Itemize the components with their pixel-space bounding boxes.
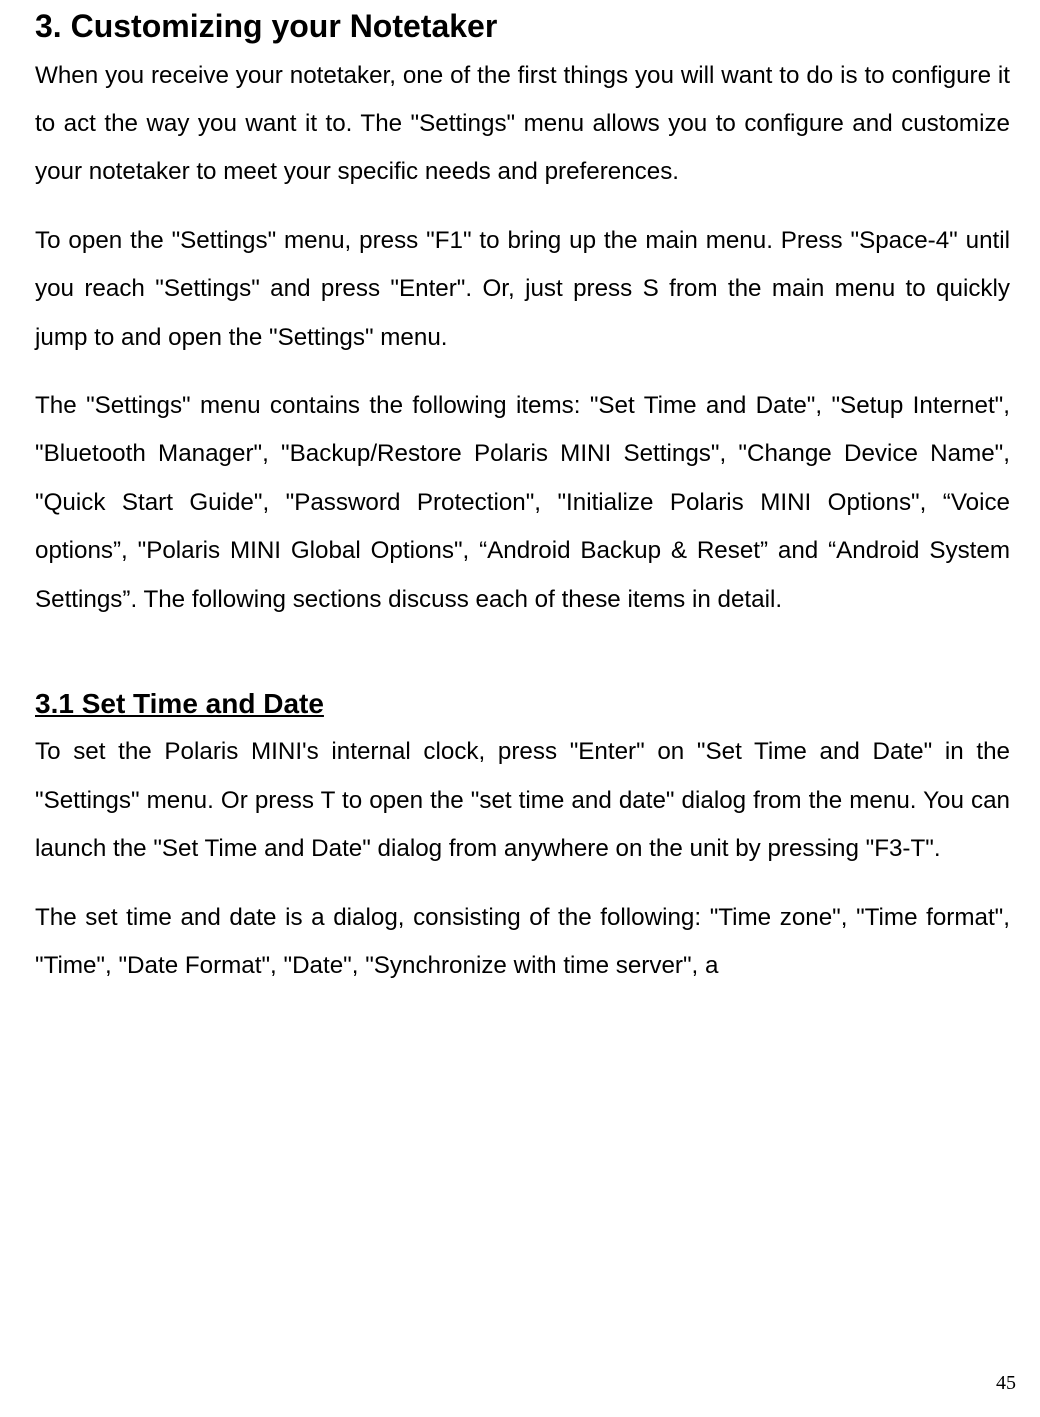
section-spacer bbox=[35, 644, 1010, 686]
body-paragraph: The set time and date is a dialog, consi… bbox=[35, 894, 1010, 991]
body-paragraph: To open the "Settings" menu, press "F1" … bbox=[35, 217, 1010, 362]
section-heading: 3. Customizing your Notetaker bbox=[35, 6, 1010, 48]
page-number: 45 bbox=[996, 1372, 1016, 1395]
document-page: 3. Customizing your Notetaker When you r… bbox=[0, 0, 1040, 990]
body-paragraph: When you receive your notetaker, one of … bbox=[35, 52, 1010, 197]
body-paragraph: To set the Polaris MINI's internal clock… bbox=[35, 728, 1010, 873]
subsection-heading: 3.1 Set Time and Date bbox=[35, 686, 1010, 722]
body-paragraph: The "Settings" menu contains the followi… bbox=[35, 382, 1010, 624]
